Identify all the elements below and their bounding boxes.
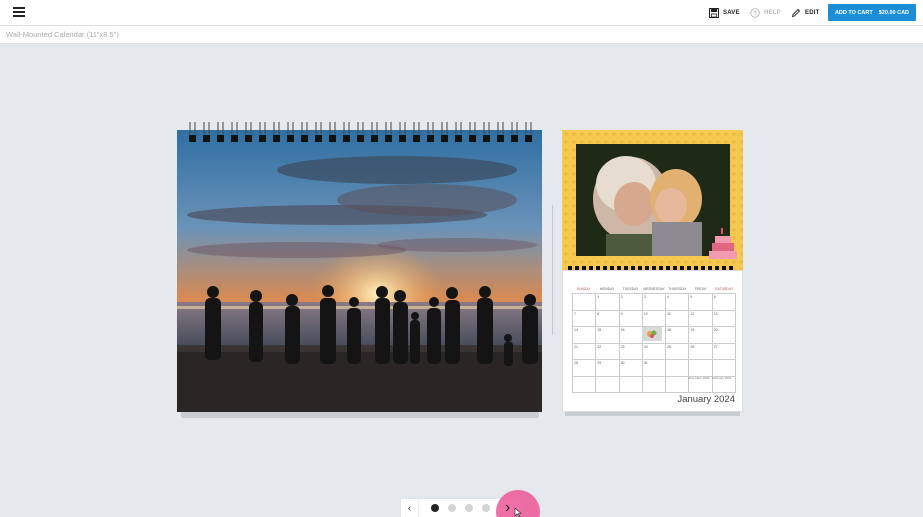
day-cell xyxy=(573,376,597,393)
help-button[interactable]: ? HELP xyxy=(750,6,781,20)
day-cell: 13 xyxy=(712,310,736,327)
add-to-cart-button[interactable]: ADD TO CART $20.00 CAD xyxy=(828,4,916,21)
day-cell xyxy=(573,294,597,311)
pencil-icon xyxy=(791,8,801,18)
page-dot[interactable] xyxy=(431,504,439,512)
day-cell: 16 xyxy=(619,327,643,344)
page-shadow xyxy=(181,412,539,418)
page-dots xyxy=(431,504,490,512)
day-cell: 10 xyxy=(642,310,667,327)
day-cell xyxy=(596,376,620,393)
day-cell: 25 xyxy=(666,343,690,360)
weekday-label: FRIDAY xyxy=(694,287,707,291)
calendar-photo-page[interactable] xyxy=(177,130,542,412)
day-cell xyxy=(689,360,713,377)
day-cell: 23 xyxy=(619,343,643,360)
day-cell xyxy=(712,360,736,377)
weekday-label: MONDAY xyxy=(599,287,615,291)
prev-page-button[interactable]: ‹ xyxy=(401,499,419,517)
top-toolbar: SAVE ? HELP EDIT ADD TO CART $20.00 CAD xyxy=(0,0,923,26)
day-cell: 1 xyxy=(596,294,620,311)
day-cell: 21 xyxy=(573,343,597,360)
day-cell: 11 xyxy=(666,310,690,327)
day-cell: 6 xyxy=(712,294,736,311)
edit-label: EDIT xyxy=(805,10,820,16)
day-cell: 4 xyxy=(666,294,690,311)
grandmother-child-photo xyxy=(576,144,730,256)
day-cell: 3 xyxy=(642,294,667,311)
mini-prev-month: December 2023 xyxy=(688,376,710,380)
product-title: Wall-Mounted Calendar (11"x8.5") xyxy=(6,30,119,39)
product-title-bar: Wall-Mounted Calendar (11"x8.5") xyxy=(0,26,923,44)
day-cell: 12 xyxy=(689,310,713,327)
save-button[interactable]: SAVE xyxy=(709,6,740,20)
help-icon: ? xyxy=(750,8,760,18)
hamburger-menu-icon[interactable] xyxy=(13,7,25,17)
day-cell: 22 xyxy=(596,343,620,360)
weekday-label: WEDNESDAY xyxy=(643,287,665,291)
day-cell xyxy=(666,376,690,393)
day-cell xyxy=(642,376,667,393)
day-cell xyxy=(619,376,643,393)
mouse-cursor-icon xyxy=(514,508,522,517)
birthday-cake-icon xyxy=(709,228,737,259)
day-cell: 15 xyxy=(596,327,620,344)
mini-calendars: December 2023 February 2024 xyxy=(688,376,734,390)
calendar-cover-page[interactable] xyxy=(562,130,743,270)
save-icon xyxy=(709,8,719,18)
weekday-label: SATURDAY xyxy=(715,287,734,291)
day-cell: 9 xyxy=(619,310,643,327)
month-label: January 2024 xyxy=(677,394,735,405)
weekday-label: SUNDAY xyxy=(576,287,591,291)
day-cell: 2 xyxy=(619,294,643,311)
event-sticker-icon xyxy=(642,327,662,341)
weekday-label: TUESDAY xyxy=(622,287,639,291)
page-dot[interactable] xyxy=(465,504,473,512)
edit-button[interactable]: EDIT xyxy=(791,6,819,20)
page-dot[interactable] xyxy=(448,504,456,512)
day-cell: 18 xyxy=(666,327,690,344)
day-cell: 5 xyxy=(689,294,713,311)
day-cell: 20 xyxy=(712,327,736,344)
mini-next-month: February 2024 xyxy=(711,376,732,380)
calendar-month-page[interactable]: SUNDAY MONDAY TUESDAY WEDNESDAY THURSDAY FRID… xyxy=(562,270,743,412)
svg-text:?: ? xyxy=(753,11,757,17)
spiral-binding xyxy=(189,122,532,142)
day-cell: 30 xyxy=(619,360,643,377)
day-cell: 26 xyxy=(689,343,713,360)
day-cell: 31 xyxy=(642,360,667,377)
cart-price: $20.00 CAD xyxy=(878,9,910,16)
save-label: SAVE xyxy=(723,10,740,16)
page-divider xyxy=(552,205,553,335)
sunset-family-photo xyxy=(177,130,542,412)
month-page-shadow xyxy=(565,412,740,416)
day-cell: 27 xyxy=(712,343,736,360)
day-cell: 24 xyxy=(642,343,667,360)
weekday-header: SUNDAY MONDAY TUESDAY WEDNESDAY THURSDAY FRID… xyxy=(572,287,736,291)
day-cell xyxy=(666,360,690,377)
add-to-cart-label: ADD TO CART xyxy=(834,9,873,16)
day-cell: 28 xyxy=(573,360,597,377)
help-label: HELP xyxy=(764,10,781,16)
weekday-label: THURSDAY xyxy=(668,287,687,291)
day-cell: 29 xyxy=(596,360,620,377)
day-cell: 7 xyxy=(573,310,597,327)
day-cell: 8 xyxy=(596,310,620,327)
day-cell: 14 xyxy=(573,327,597,344)
page-dot[interactable] xyxy=(482,504,490,512)
day-cell: 19 xyxy=(689,327,713,344)
